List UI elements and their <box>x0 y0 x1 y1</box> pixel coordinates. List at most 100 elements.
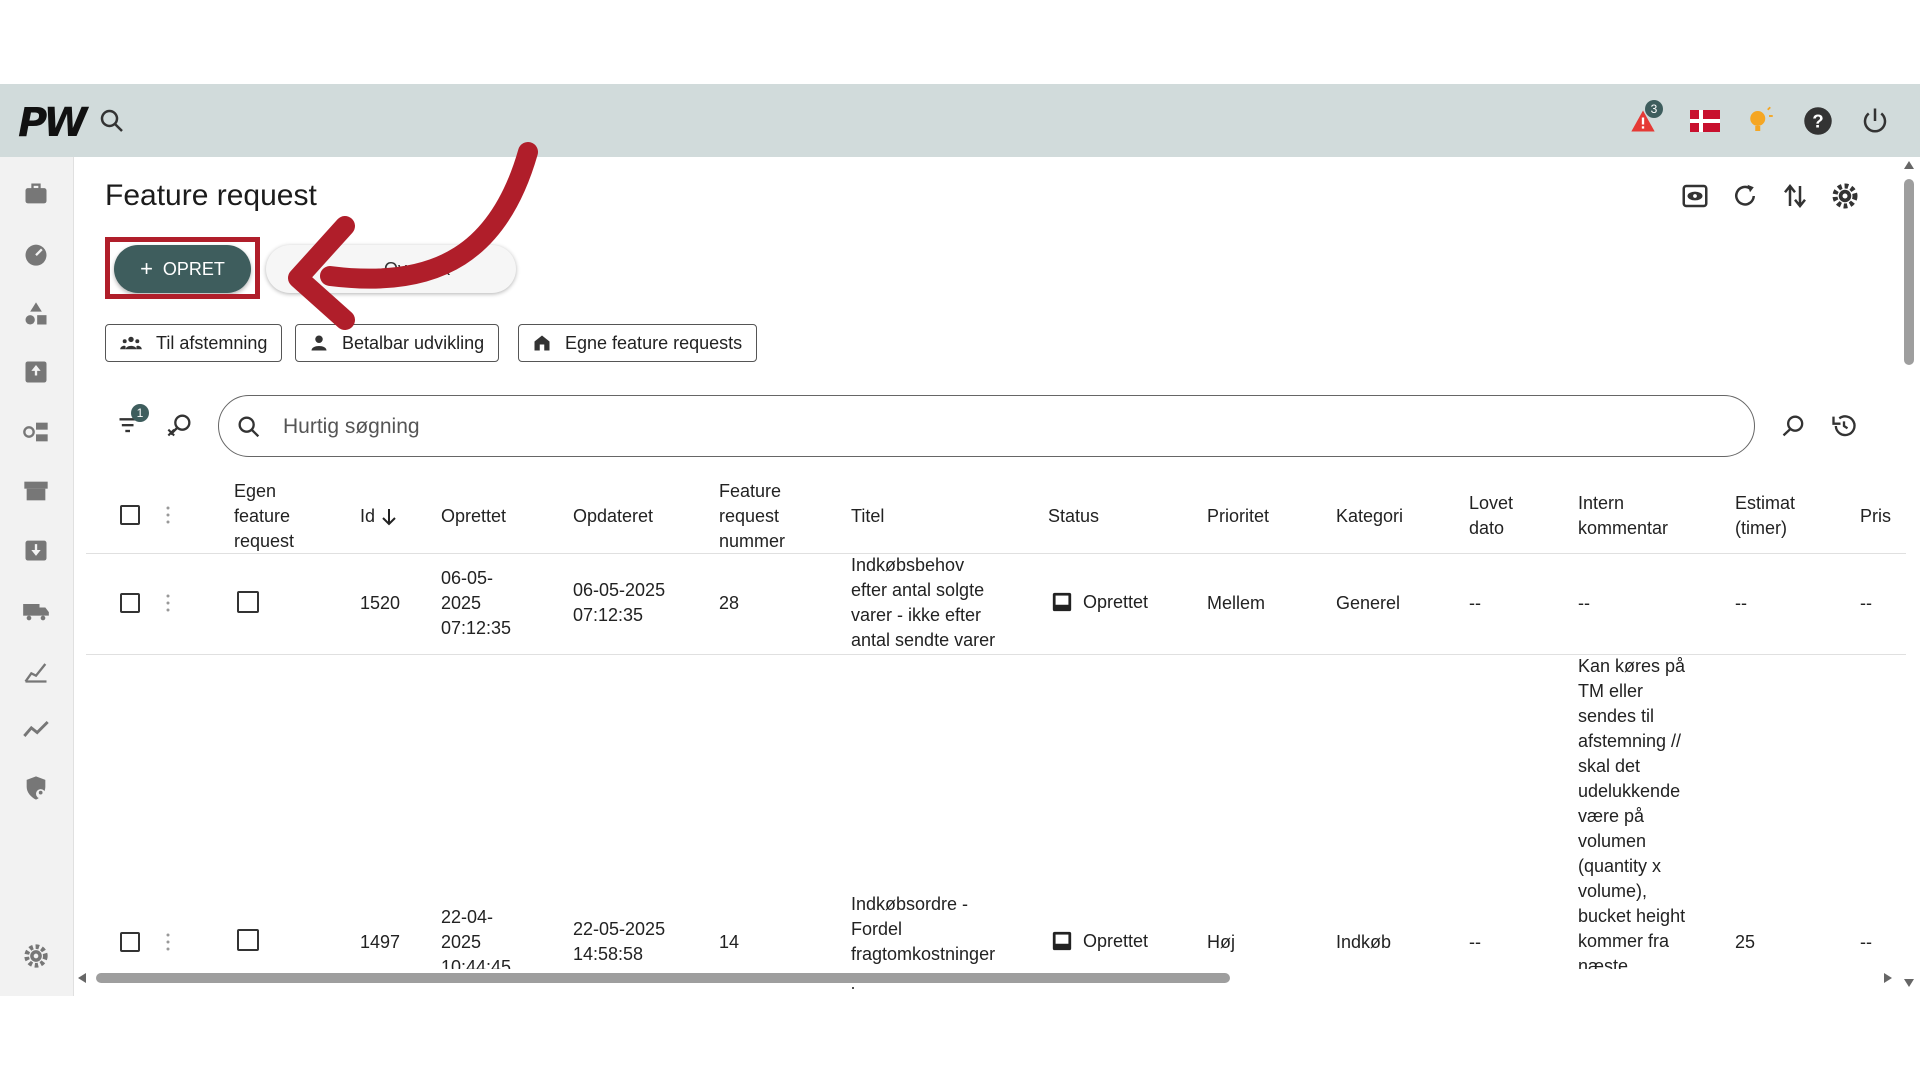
header-category[interactable]: Kategori <box>1336 504 1403 529</box>
upload-box-icon[interactable] <box>22 358 50 386</box>
quick-search-input[interactable] <box>281 410 1685 444</box>
shield-user-icon[interactable] <box>22 774 50 802</box>
power-icon[interactable] <box>1860 106 1890 136</box>
cell-line: (quantity x <box>1578 856 1662 876</box>
cell-line: volumen <box>1578 831 1647 851</box>
header-created[interactable]: Oprettet <box>441 504 506 529</box>
inbox-icon <box>1052 592 1072 612</box>
header-title[interactable]: Titel <box>851 504 884 529</box>
filter-label: Egne feature requests <box>565 332 743 353</box>
truck-icon[interactable] <box>22 597 50 625</box>
cell-category: Generel <box>1336 593 1401 613</box>
cell-title: Indkøbsbehov efter antal solgte varer - … <box>851 553 995 653</box>
horizontal-scroll-thumb[interactable] <box>96 973 1230 983</box>
header-line: Feature <box>719 481 782 501</box>
shapes-icon[interactable] <box>22 300 50 328</box>
main-content: Feature request Overblik + OPRET Til afs… <box>74 157 1920 996</box>
cell-estimate: 25 <box>1735 932 1756 952</box>
scroll-left-icon[interactable] <box>78 973 88 983</box>
cell-line: 06-05- <box>441 568 494 588</box>
history-icon[interactable] <box>1830 412 1858 440</box>
cell-line: skal det <box>1578 756 1641 776</box>
help-icon[interactable]: ? <box>1803 106 1833 136</box>
clear-search-icon[interactable] <box>166 411 194 439</box>
cell-line: antal sendte varer <box>851 630 996 650</box>
cell-line: Indkøbsbehov <box>851 555 965 575</box>
settings-gear-icon[interactable] <box>22 942 50 970</box>
briefcase-icon[interactable] <box>22 180 50 208</box>
bar-chart-icon[interactable] <box>22 657 50 685</box>
header-number[interactable]: Feature request nummer <box>719 479 785 554</box>
filter-betalbar-udvikling[interactable]: Betalbar udvikling <box>295 324 500 362</box>
own-request-checkbox[interactable] <box>237 591 259 613</box>
cell-line: TM eller <box>1578 681 1644 701</box>
cell-line: bucket height <box>1578 906 1686 926</box>
filter-til-afstemning[interactable]: Til afstemning <box>105 324 283 362</box>
header-priority[interactable]: Prioritet <box>1207 504 1269 529</box>
eye-icon[interactable] <box>1680 181 1710 211</box>
header-internal-comment[interactable]: Intern kommentar <box>1578 491 1668 541</box>
group-icon <box>120 336 142 350</box>
download-box-icon[interactable] <box>22 536 50 564</box>
search-icon[interactable] <box>97 106 127 136</box>
cell-line: 22-05-2025 <box>573 919 666 939</box>
vertical-scrollbar[interactable] <box>1898 157 1920 996</box>
own-request-checkbox[interactable] <box>237 929 259 951</box>
cell-status: Oprettet <box>1051 591 1148 613</box>
sidebar <box>0 157 74 996</box>
refresh-icon[interactable] <box>1730 181 1760 211</box>
sort-arrows-icon[interactable] <box>1780 181 1810 211</box>
divider <box>86 553 1906 554</box>
cell-id: 1497 <box>360 932 401 952</box>
scroll-right-icon[interactable] <box>1882 973 1892 983</box>
column-menu-icon[interactable] <box>166 505 170 525</box>
settings-icon[interactable] <box>1830 181 1860 211</box>
filter-list-icon[interactable]: 1 <box>116 404 149 438</box>
overview-button[interactable]: Overblik <box>266 245 516 293</box>
select-all-checkbox[interactable] <box>120 505 140 525</box>
header-promised-date[interactable]: Lovet dato <box>1469 491 1513 541</box>
page-title: Feature request <box>105 179 317 212</box>
highlight-frame <box>105 237 260 299</box>
header-estimate[interactable]: Estimat (timer) <box>1735 491 1795 541</box>
flow-icon[interactable] <box>22 418 50 446</box>
row-checkbox[interactable] <box>120 593 140 613</box>
header-updated[interactable]: Opdateret <box>573 504 653 529</box>
header-price[interactable]: Pris <box>1860 504 1891 529</box>
overview-label: Overblik <box>384 258 451 279</box>
row-menu-icon[interactable] <box>166 932 170 952</box>
quick-search-box[interactable] <box>218 395 1755 457</box>
row-menu-icon[interactable] <box>166 593 170 613</box>
filter-label: Betalbar udvikling <box>342 332 485 353</box>
lightbulb-icon[interactable] <box>1744 106 1774 136</box>
header-line: Estimat <box>1735 493 1796 513</box>
inbox-icon <box>1052 931 1072 951</box>
dashboard-icon[interactable] <box>22 240 50 268</box>
horizontal-scrollbar[interactable] <box>74 969 1898 987</box>
cell-id: 1520 <box>360 593 401 613</box>
filter-egne-feature-requests[interactable]: Egne feature requests <box>518 324 758 362</box>
search-reset-icon[interactable] <box>1780 412 1808 440</box>
scroll-down-icon[interactable] <box>1904 977 1914 987</box>
alert-icon[interactable]: 3 <box>1628 100 1663 136</box>
danish-flag-icon[interactable] <box>1690 106 1720 136</box>
vertical-scroll-thumb[interactable] <box>1904 179 1914 365</box>
trend-icon[interactable] <box>22 715 50 743</box>
cell-line: være på <box>1578 806 1645 826</box>
cell-line: volume), <box>1578 881 1648 901</box>
notification-badge: 3 <box>1645 100 1663 118</box>
header-line: (timer) <box>1735 518 1787 538</box>
pw-logo[interactable]: PW <box>18 100 87 146</box>
header-status[interactable]: Status <box>1048 504 1099 529</box>
header-own[interactable]: Egen feature request <box>234 479 294 554</box>
home-icon <box>534 335 550 351</box>
top-bar: PW 3 ? <box>0 84 1920 157</box>
header-line: kommentar <box>1578 518 1669 538</box>
row-checkbox[interactable] <box>120 932 140 952</box>
cell-line: 06-05-2025 <box>573 580 666 600</box>
cell-line: sendes til <box>1578 706 1655 726</box>
person-icon <box>311 335 327 351</box>
scroll-up-icon[interactable] <box>1904 161 1914 171</box>
store-icon[interactable] <box>22 477 50 505</box>
header-id[interactable]: Id <box>360 504 397 529</box>
